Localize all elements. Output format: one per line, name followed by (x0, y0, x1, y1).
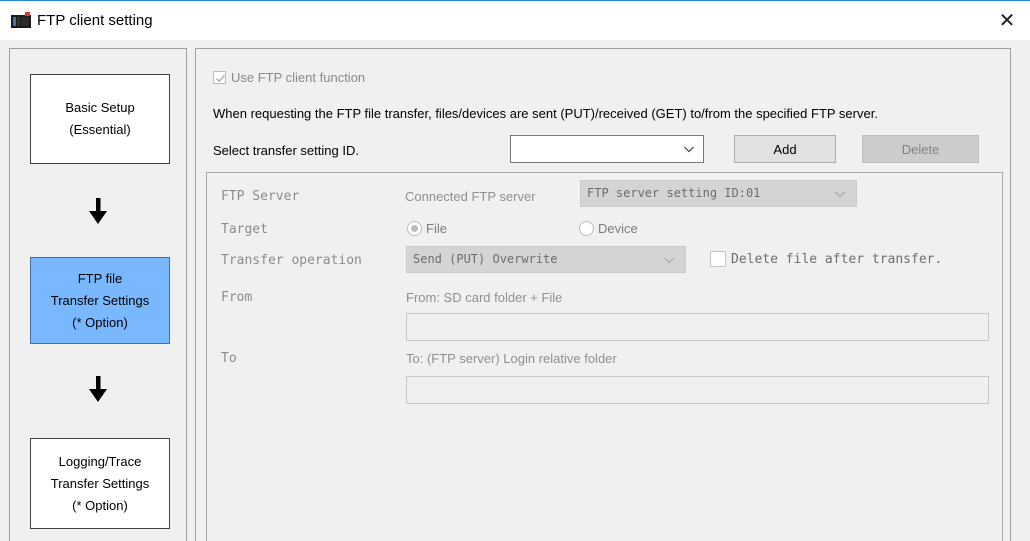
to-label: To (221, 351, 237, 366)
description-text: When requesting the FTP file transfer, f… (213, 106, 878, 121)
steps-panel: Basic Setup (Essential) FTP file Transfe… (9, 48, 187, 541)
target-file-label: File (426, 221, 447, 236)
step-log-line3: (* Option) (72, 497, 128, 513)
transfer-settings-group: FTP Server Connected FTP server FTP serv… (206, 172, 1003, 541)
transfer-operation-label: Transfer operation (221, 253, 362, 268)
from-label: From (221, 290, 253, 305)
title-bar: FTP client setting ✕ (0, 0, 1030, 40)
target-label: Target (221, 222, 268, 237)
from-path-input[interactable] (406, 313, 989, 341)
transfer-operation-select[interactable]: Send (PUT) Overwrite (406, 246, 686, 273)
radio-dot (411, 225, 418, 232)
from-sub-label: From: SD card folder + File (406, 290, 563, 305)
chevron-down-icon (684, 146, 694, 153)
step-log-line2: Transfer Settings (50, 475, 150, 491)
dialog-body: Basic Setup (Essential) FTP file Transfe… (0, 40, 1030, 541)
arrow-down-icon (89, 376, 107, 402)
target-device-label: Device (598, 221, 638, 236)
delete-button[interactable]: Delete (862, 135, 979, 163)
use-ftp-label: Use FTP client function (231, 70, 366, 85)
settings-panel: Use FTP client function When requesting … (195, 48, 1011, 541)
checkbox-box (710, 251, 726, 267)
step-ftp-transfer[interactable]: FTP file Transfer Settings (* Option) (30, 257, 170, 344)
step-basic-line1: Basic Setup (65, 100, 135, 115)
select-id-label: Select transfer setting ID. (213, 143, 359, 158)
transfer-id-select[interactable] (510, 135, 704, 163)
close-button[interactable]: ✕ (984, 1, 1030, 40)
checkbox-box (213, 71, 226, 84)
step-ftp-line3: (* Option) (72, 314, 128, 330)
arrow-down-icon (89, 198, 107, 224)
chevron-down-icon (664, 257, 674, 264)
use-ftp-checkbox[interactable]: Use FTP client function (213, 70, 365, 85)
checkmark-icon (216, 74, 226, 83)
add-button[interactable]: Add (734, 135, 836, 163)
target-device-radio[interactable]: Device (579, 221, 638, 236)
ftp-server-value: FTP server setting ID:01 (587, 186, 761, 200)
ftp-server-label: FTP Server (221, 189, 300, 204)
transfer-operation-value: Send (PUT) Overwrite (413, 252, 558, 266)
target-file-radio[interactable]: File (407, 221, 447, 236)
step-logging-trace[interactable]: Logging/Trace Transfer Settings (* Optio… (30, 438, 170, 529)
delete-after-transfer-checkbox[interactable]: Delete file after transfer. (710, 251, 942, 267)
radio-circle (407, 221, 422, 236)
step-log-line1: Logging/Trace (58, 453, 142, 469)
step-ftp-line2: Transfer Settings (50, 292, 150, 308)
to-path-input[interactable] (406, 376, 989, 404)
delete-after-transfer-label: Delete file after transfer. (731, 251, 943, 267)
connected-server-label: Connected FTP server (405, 189, 536, 204)
step-ftp-line1: FTP file (77, 270, 123, 286)
controller-icon (11, 12, 31, 28)
window-title: FTP client setting (37, 12, 153, 29)
step-basic-line2: (Essential) (69, 122, 131, 137)
close-icon: ✕ (998, 10, 1016, 32)
chevron-down-icon (835, 191, 845, 198)
ftp-server-select[interactable]: FTP server setting ID:01 (580, 180, 857, 207)
step-basic-setup[interactable]: Basic Setup (Essential) (30, 74, 170, 164)
to-sub-label: To: (FTP server) Login relative folder (406, 351, 617, 366)
radio-circle (579, 221, 594, 236)
